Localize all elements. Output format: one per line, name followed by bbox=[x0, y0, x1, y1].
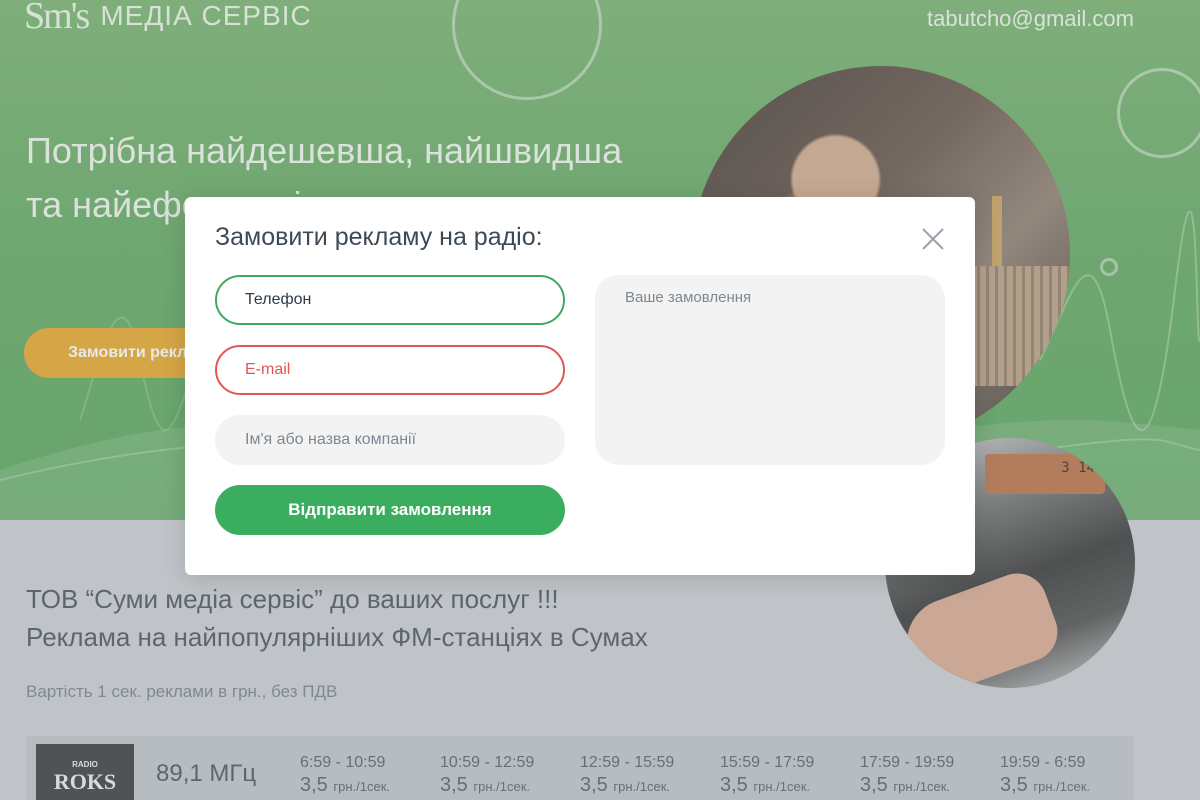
modal-title: Замовити рекламу на радіо: bbox=[215, 223, 543, 251]
company-name-field[interactable] bbox=[215, 415, 565, 465]
close-icon[interactable] bbox=[921, 227, 945, 251]
order-modal: Замовити рекламу на радіо: Відправити за… bbox=[185, 197, 975, 575]
submit-order-button[interactable]: Відправити замовлення bbox=[215, 485, 565, 535]
phone-field[interactable] bbox=[215, 275, 565, 325]
email-field[interactable] bbox=[215, 345, 565, 395]
order-textarea[interactable] bbox=[595, 275, 945, 465]
